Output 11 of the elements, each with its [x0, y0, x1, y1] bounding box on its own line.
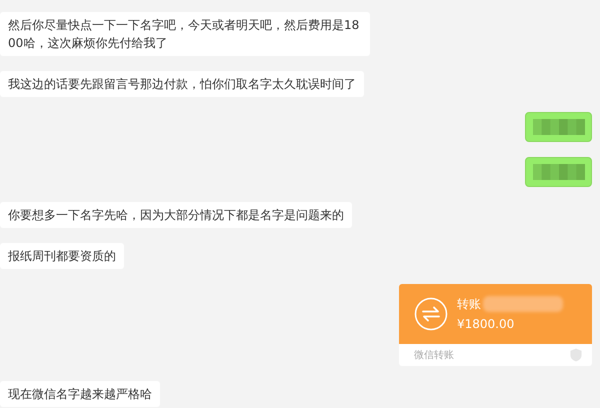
transfer-title: 转账	[457, 296, 481, 312]
message-bubble: 然后你尽量快点一下一下名字吧，今天或者明天吧，然后费用是1800哈，这次麻烦你先付给我了	[0, 12, 370, 56]
message-bubble: 你要想多一下名字先哈，因为大部分情况下都是名字是问题来的	[0, 202, 352, 228]
transfer-amount: ¥1800.00	[457, 316, 516, 332]
message-bubble: 现在微信名字越来越严格哈	[0, 381, 160, 407]
transfer-label: 微信转账	[414, 348, 454, 362]
shield-icon	[570, 348, 582, 362]
transfer-icon	[414, 297, 448, 331]
transfer-card[interactable]: 转账 ¥1800.00 微信转账	[399, 284, 592, 366]
message-bubble: 报纸周刊都要资质的	[0, 243, 124, 269]
message-bubble: 我这边的话要先跟留言号那边付款，怕你们取名字太久耽误时间了	[0, 71, 364, 97]
